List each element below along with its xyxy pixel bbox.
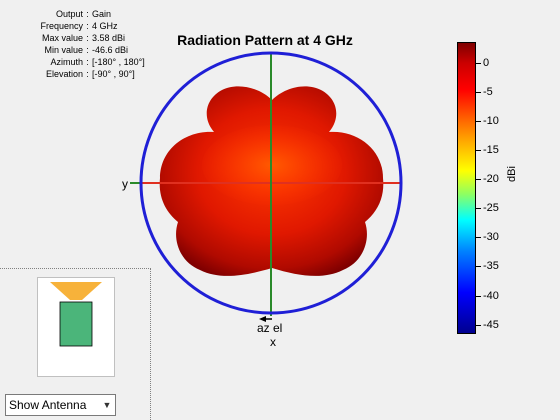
colorbar-tick-label: -35 [483,260,499,273]
axis-label-x: x [270,335,276,349]
axis-label-el: el [273,321,283,335]
chevron-down-icon[interactable]: ▼ [99,395,115,415]
colorbar-tick [476,324,481,326]
antenna-feed-shape [50,282,102,300]
display-mode-value: Show Antenna [9,398,87,412]
antenna-preview [37,277,115,377]
colorbar-tick [476,295,481,297]
colorbar-tick-label: -45 [483,318,499,331]
colorbar-tick [476,62,481,64]
colorbar-tick [476,266,481,268]
colorbar-tick [476,179,481,181]
axis-label-az: az [257,321,270,335]
colorbar [457,42,476,334]
colorbar-tick-label: -5 [483,85,493,98]
colorbar-unit-label: dBi [506,166,518,182]
colorbar-tick-label: -40 [483,289,499,302]
colorbar-tick [476,237,481,239]
colorbar-tick-label: 0 [483,56,490,69]
antenna-patch-shape [59,301,93,347]
colorbar-tick [476,91,481,93]
antenna-diagram [50,282,102,347]
colorbar-tick-label: -20 [483,173,499,186]
colorbar-tick [476,208,481,210]
colorbar-tick-label: -10 [483,115,499,128]
colorbar-tick-label: -30 [483,231,499,244]
colorbar-tick-label: -25 [483,202,499,215]
axis-label-y: y [122,177,128,191]
colorbar-tick-label: -15 [483,144,499,157]
colorbar-tick [476,150,481,152]
colorbar-tick [476,121,481,123]
display-mode-select[interactable]: Show Antenna ▼ [5,394,116,416]
